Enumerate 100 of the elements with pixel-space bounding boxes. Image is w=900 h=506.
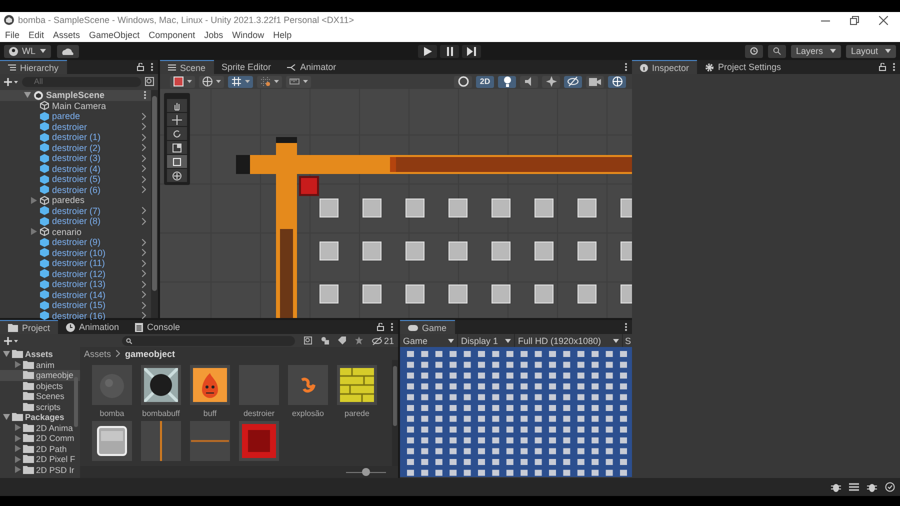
menu-item[interactable]: Help <box>273 30 292 40</box>
hierarchy-item[interactable]: destroier (2) <box>0 142 151 153</box>
hierarchy-item[interactable]: destroier (9) <box>0 237 151 248</box>
scene-toolbar-button[interactable] <box>286 76 311 88</box>
expanded-arrow-icon[interactable] <box>24 92 31 98</box>
folder-tree-item[interactable]: gameobje <box>0 370 80 380</box>
search-scope-icon[interactable] <box>145 77 154 86</box>
hierarchy-item[interactable]: destroier (11) <box>0 258 151 268</box>
hierarchy-item[interactable]: destroier (6) <box>0 184 151 195</box>
folder-tree-item[interactable]: Scenes <box>0 391 80 402</box>
folder-tree-item[interactable]: anim <box>0 360 80 370</box>
folder-tree-item[interactable]: scripts <box>0 402 80 412</box>
create-dropdown[interactable] <box>4 336 18 344</box>
menu-item[interactable]: File <box>5 30 20 40</box>
history-button[interactable] <box>745 44 763 58</box>
folder-tree-item[interactable]: Assets <box>0 349 80 360</box>
menu-item[interactable]: Window <box>232 30 264 40</box>
scene-toolbar-button[interactable] <box>454 76 472 88</box>
scrollbar[interactable] <box>151 90 158 318</box>
hierarchy-item[interactable]: Main Camera <box>0 100 151 111</box>
view-mode-dropdown[interactable]: Game <box>400 334 458 347</box>
asset-tile[interactable] <box>141 421 181 461</box>
scene-toolbar-button[interactable] <box>586 76 604 88</box>
panel-tab[interactable]: Scene <box>160 60 214 74</box>
breadcrumb-link[interactable]: Assets <box>84 348 112 358</box>
toolbar-label[interactable]: S <box>623 336 632 346</box>
hierarchy-item[interactable]: destroier (12) <box>0 268 151 279</box>
hierarchy-item[interactable]: cenario <box>0 226 151 237</box>
folder-tree-item[interactable]: objects <box>0 380 80 391</box>
scene-toolbar-button[interactable] <box>199 76 224 88</box>
view-2d-toggle[interactable]: 2D <box>476 76 494 88</box>
folder-tree-item[interactable]: 2D Path <box>0 444 80 454</box>
scene-row[interactable]: SampleScene <box>0 90 151 100</box>
search-scope-icon[interactable] <box>304 336 312 345</box>
pause-button[interactable] <box>440 44 459 58</box>
search-button[interactable] <box>768 44 786 58</box>
collapsed-arrow-icon[interactable] <box>14 456 21 463</box>
collapsed-arrow-icon[interactable] <box>14 361 21 368</box>
lock-icon[interactable] <box>377 323 384 331</box>
hierarchy-item[interactable]: paredes <box>0 195 151 206</box>
tool-button[interactable] <box>167 169 187 182</box>
panel-tab[interactable]: Animator <box>279 60 344 74</box>
collapsed-arrow-icon[interactable] <box>30 228 37 236</box>
folder-tree-item[interactable]: Packages <box>0 412 80 422</box>
bug-icon[interactable] <box>831 482 841 492</box>
hierarchy-item[interactable]: destroier (13) <box>0 279 151 290</box>
scene-toolbar-button[interactable] <box>564 76 582 88</box>
hierarchy-item[interactable]: destroier (1) <box>0 132 151 142</box>
lock-icon[interactable] <box>879 63 886 71</box>
asset-tile[interactable] <box>92 421 132 461</box>
tool-button[interactable] <box>167 155 187 168</box>
tool-button[interactable] <box>167 99 187 112</box>
add-dropdown[interactable] <box>4 78 18 86</box>
scene-toolbar-button[interactable] <box>608 76 626 88</box>
menu-item[interactable]: Jobs <box>204 30 224 40</box>
asset-tile[interactable] <box>190 365 230 405</box>
scene-toolbar-button[interactable] <box>542 76 560 88</box>
menu-item[interactable]: Component <box>148 30 196 40</box>
hierarchy-item[interactable]: destroier (7) <box>0 206 151 216</box>
scene-toolbar-button[interactable] <box>520 76 538 88</box>
scene-toolbar-button[interactable] <box>257 76 282 88</box>
panel-tab[interactable]: Project <box>0 320 58 334</box>
asset-tile[interactable] <box>239 421 279 461</box>
type-filter-icon[interactable] <box>320 336 329 345</box>
search-field[interactable] <box>122 336 295 346</box>
hidden-count[interactable]: 21 <box>372 336 394 346</box>
collapsed-arrow-icon[interactable] <box>14 466 21 474</box>
collapsed-arrow-icon[interactable] <box>14 445 21 452</box>
panel-tab[interactable]: Game <box>400 320 455 334</box>
hierarchy-item[interactable]: destroier (4) <box>0 164 151 174</box>
panel-tab[interactable]: Inspector <box>632 60 698 74</box>
panel-tab[interactable]: Project Settings <box>697 60 790 74</box>
scene-toolbar-button[interactable] <box>228 76 253 88</box>
folder-tree-item[interactable]: 2D Pixel F <box>0 454 80 464</box>
tool-button[interactable] <box>167 141 187 154</box>
breadcrumb-link[interactable]: gameobject <box>125 348 176 358</box>
menu-item[interactable]: GameObject <box>89 30 140 40</box>
folder-tree-item[interactable]: 2D Anima <box>0 422 80 433</box>
hierarchy-item[interactable]: destroier (3) <box>0 153 151 164</box>
search-field[interactable]: All <box>22 76 141 86</box>
tag-icon[interactable] <box>338 336 346 345</box>
expanded-arrow-icon[interactable] <box>3 414 10 420</box>
hierarchy-item[interactable]: destroier (16) <box>0 310 151 321</box>
close-icon[interactable] <box>879 16 888 24</box>
layout-dropdown[interactable]: Layout <box>846 44 896 58</box>
tool-button[interactable] <box>167 113 187 126</box>
folder-tree-item[interactable]: 2D Comm <box>0 433 80 444</box>
panel-tab[interactable]: Animation <box>58 320 128 334</box>
check-circle-icon[interactable] <box>885 482 895 492</box>
panel-tab[interactable]: Sprite Editor <box>214 60 280 74</box>
hierarchy-item[interactable]: destroier (8) <box>0 216 151 226</box>
hierarchy-item[interactable]: destroier (10) <box>0 248 151 258</box>
hierarchy-item[interactable]: destroier (14) <box>0 290 151 300</box>
star-icon[interactable] <box>354 336 363 345</box>
folder-tree-item[interactable]: 2D PSD Ir <box>0 464 80 475</box>
hierarchy-item[interactable]: destroier (5) <box>0 174 151 184</box>
thumbnail-size-slider[interactable] <box>346 468 386 476</box>
collapsed-arrow-icon[interactable] <box>14 424 21 432</box>
panel-tab[interactable]: Console <box>127 320 188 334</box>
play-button[interactable] <box>418 44 437 58</box>
